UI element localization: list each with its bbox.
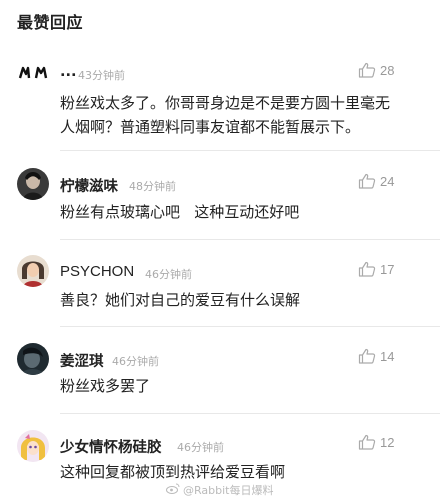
like-button[interactable]: 24 (358, 173, 394, 189)
divider (60, 150, 440, 151)
username[interactable]: PSYCHON (60, 263, 134, 280)
divider (60, 326, 440, 327)
thumbs-up-icon (358, 62, 376, 78)
like-count: 28 (380, 62, 395, 78)
thumbs-up-icon (358, 261, 376, 277)
username[interactable]: 少女情怀杨硅胶 (60, 436, 162, 457)
avatar[interactable] (17, 56, 49, 88)
timestamp: 43分钟前 (78, 69, 125, 82)
like-button[interactable]: 28 (358, 62, 394, 78)
divider (60, 239, 440, 240)
comment-text: 粉丝有点玻璃心吧 这种互动还好吧 (60, 203, 300, 221)
comment-text: 粉丝戏太多了。你哥哥身边是不是要方圆十里毫无人烟啊？普通塑料同事友谊都不能暂展示… (60, 94, 391, 136)
watermark-text: @Rabbit每日爆料 (183, 484, 274, 497)
timestamp: 46分钟前 (177, 441, 224, 454)
avatar[interactable] (17, 430, 49, 462)
thumbs-up-icon (358, 173, 376, 189)
avatar[interactable] (17, 255, 49, 287)
avatar[interactable] (17, 343, 49, 375)
like-count: 24 (380, 173, 395, 189)
timestamp: 46分钟前 (145, 268, 192, 281)
like-button[interactable]: 17 (358, 261, 394, 277)
timestamp: 46分钟前 (112, 355, 159, 368)
timestamp: 48分钟前 (129, 180, 176, 193)
username[interactable]: 姜涩琪 (60, 350, 104, 371)
watermark: @Rabbit每日爆料 (166, 482, 273, 498)
thumbs-up-icon (358, 434, 376, 450)
like-button[interactable]: 14 (358, 348, 394, 364)
weibo-logo-icon (166, 483, 180, 497)
username[interactable]: 柠檬滋味 (60, 175, 118, 196)
like-count: 14 (380, 348, 395, 364)
comment-text: 这种回复都被顶到热评给爱豆看啊 (60, 463, 286, 481)
section-title: 最赞回应 (17, 13, 84, 32)
like-count: 12 (380, 434, 395, 450)
avatar[interactable] (17, 168, 49, 200)
thumbs-up-icon (358, 348, 376, 364)
like-button[interactable]: 12 (358, 434, 394, 450)
username[interactable]: ... (60, 64, 77, 80)
comment-text: 粉丝戏多罢了 (60, 377, 151, 395)
comment-text: 善良？她们对自己的爱豆有什么误解 (60, 291, 301, 309)
divider (60, 413, 440, 414)
like-count: 17 (380, 261, 395, 277)
